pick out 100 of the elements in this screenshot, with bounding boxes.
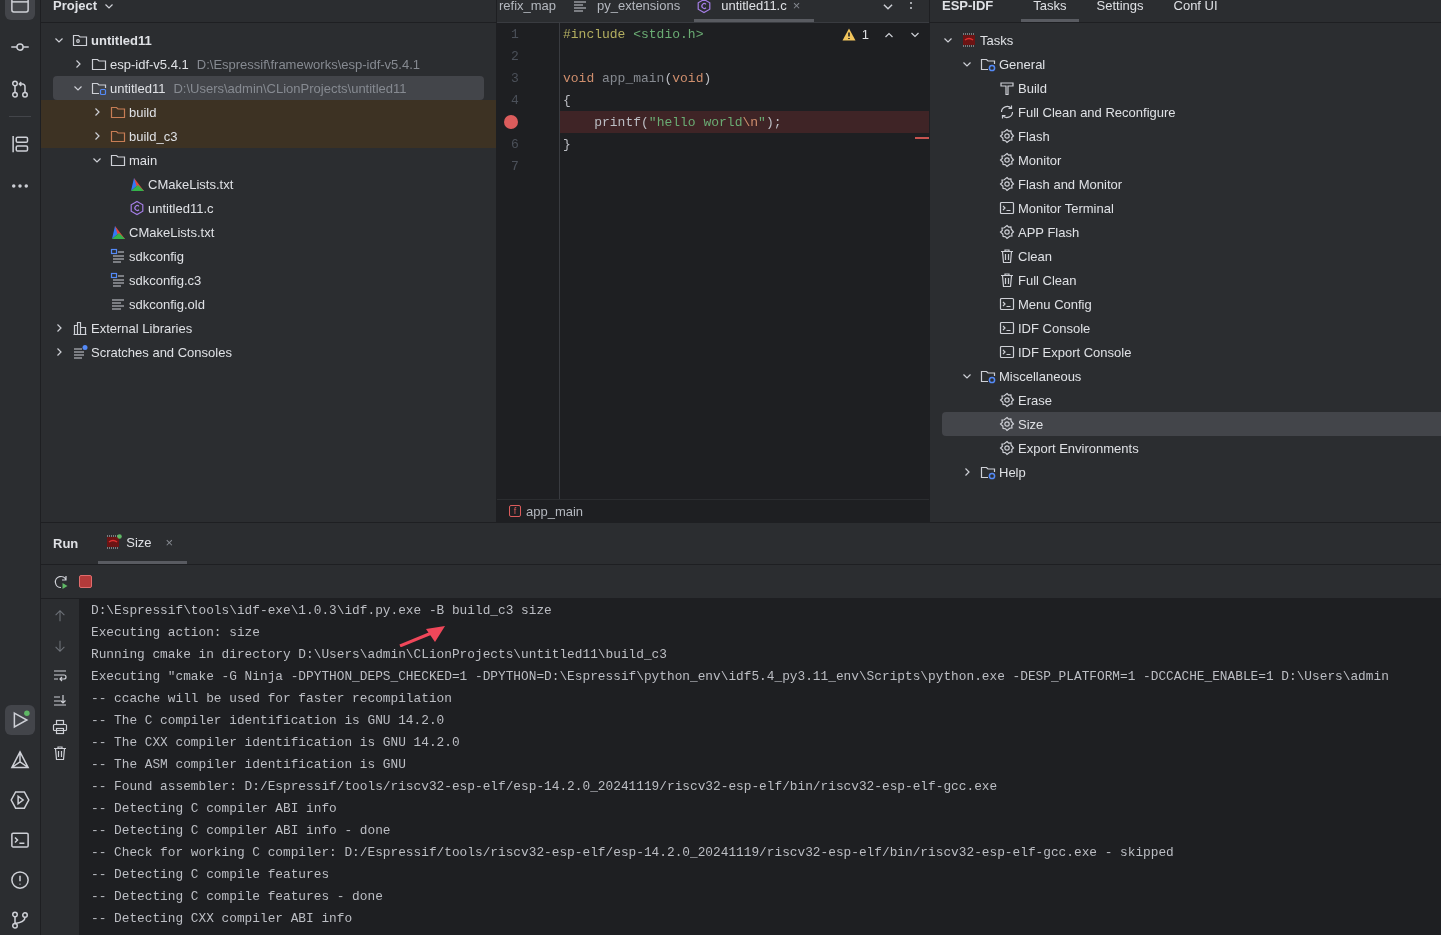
tree-item[interactable]: untitled11 bbox=[41, 28, 496, 52]
pull-request-icon[interactable] bbox=[10, 79, 30, 99]
triangle-icon[interactable] bbox=[10, 750, 30, 770]
console-line: -- The ASM compiler identification is GNU bbox=[91, 756, 406, 774]
tree-item[interactable]: External Libraries bbox=[41, 316, 496, 340]
tree-item[interactable]: Build bbox=[930, 76, 1441, 100]
tree-item[interactable]: sdkconfig.c3 bbox=[41, 268, 496, 292]
settings-icon bbox=[999, 392, 1015, 408]
editor-tab[interactable]: py_extensions bbox=[570, 0, 695, 22]
tree-item[interactable]: build_c3 bbox=[41, 124, 496, 148]
services-icon[interactable] bbox=[10, 790, 30, 810]
annotation-arrow bbox=[399, 625, 446, 647]
close-icon[interactable]: × bbox=[792, 0, 801, 12]
tree-item[interactable]: Erase bbox=[930, 388, 1441, 412]
function-icon: f bbox=[509, 505, 521, 517]
console-line: Executing action: size bbox=[91, 624, 260, 642]
tree-item[interactable]: Size bbox=[942, 412, 1441, 436]
tree-item[interactable]: Miscellaneous bbox=[930, 364, 1441, 388]
settings-icon bbox=[999, 416, 1015, 432]
c-file-icon bbox=[129, 200, 145, 216]
tree-item[interactable]: Flash and Monitor bbox=[930, 172, 1441, 196]
lines-icon bbox=[110, 296, 126, 312]
warning-icon[interactable] bbox=[841, 28, 856, 41]
config-file-icon bbox=[110, 272, 126, 288]
run-tab[interactable]: Size × bbox=[98, 523, 188, 564]
console-line: -- Check for working C compiler: D:/Espressif/tools/riscv32-esp-elf/esp-14.2.0_20241119/riscv32-esp-elf/bin/riscv32-esp-elf-gcc.exe - skipped bbox=[91, 844, 1174, 862]
breakpoint-dot[interactable] bbox=[504, 115, 518, 129]
arrow-down-icon[interactable] bbox=[53, 639, 67, 653]
console-line: -- ccache will be used for faster recompilation bbox=[91, 690, 452, 708]
terminal-icon bbox=[999, 200, 1015, 216]
terminal-icon bbox=[999, 320, 1015, 336]
terminal-icon bbox=[999, 296, 1015, 312]
panel-title[interactable]: Project bbox=[53, 0, 98, 12]
code-line: { bbox=[563, 92, 571, 108]
tree-item[interactable]: CMakeLists.txt bbox=[41, 172, 496, 196]
config-file-icon bbox=[110, 248, 126, 264]
arrow-up-icon[interactable] bbox=[53, 609, 67, 623]
structure-icon[interactable] bbox=[10, 134, 30, 154]
triangle-icon bbox=[129, 176, 145, 192]
tree-item[interactable]: Full Clean and Reconfigure bbox=[930, 100, 1441, 124]
trash-icon bbox=[999, 272, 1015, 288]
tree-item[interactable]: APP Flash bbox=[930, 220, 1441, 244]
trash-icon bbox=[999, 248, 1015, 264]
tree-item[interactable]: sdkconfig bbox=[41, 244, 496, 268]
tree-item[interactable]: Scratches and Consoles bbox=[41, 340, 496, 364]
console-line: Executing "cmake -G Ninja -DPYTHON_DEPS_CHECKED=1 -DPYTHON=D:\Espressif\python_env\idf5.4_py3.11_env\Scripts\python.exe -DESP_PLATFORM=1 -DCCACHE_ENABLE=1 D:\Users\admin bbox=[91, 668, 1389, 686]
warning-count[interactable]: 1 bbox=[861, 27, 869, 42]
trash-icon[interactable] bbox=[52, 745, 68, 761]
close-icon[interactable]: × bbox=[165, 534, 174, 550]
more-icon[interactable] bbox=[909, 0, 913, 12]
hammer-icon bbox=[999, 80, 1015, 96]
tree-item[interactable]: Clean bbox=[930, 244, 1441, 268]
problems-icon[interactable] bbox=[10, 870, 30, 890]
tree-item[interactable]: Monitor Terminal bbox=[930, 196, 1441, 220]
soft-wrap-icon[interactable] bbox=[52, 667, 68, 683]
breadcrumb[interactable]: app_main bbox=[526, 503, 584, 519]
tree-item[interactable]: IDF Console bbox=[930, 316, 1441, 340]
tree-item[interactable]: untitled11 D:\Users\admin\CLionProjects\untitled11 bbox=[53, 76, 484, 100]
terminal-icon bbox=[999, 344, 1015, 360]
tree-item[interactable]: Flash bbox=[930, 124, 1441, 148]
stop-button[interactable] bbox=[79, 575, 92, 588]
rerun-icon[interactable] bbox=[53, 573, 69, 590]
c-file-icon bbox=[696, 0, 713, 14]
panel-tab[interactable]: Settings bbox=[1084, 0, 1156, 22]
console-line: -- The C compiler identification is GNU 14.2.0 bbox=[91, 712, 445, 730]
tree-item[interactable]: Help bbox=[930, 460, 1441, 484]
libraries-icon bbox=[72, 320, 88, 336]
console-line: -- Detecting C compiler ABI info bbox=[91, 800, 337, 818]
git-branch-icon[interactable] bbox=[10, 910, 30, 930]
code-line: void app_main(void) bbox=[563, 70, 712, 86]
tree-item[interactable]: Full Clean bbox=[930, 268, 1441, 292]
tree-item[interactable]: main bbox=[41, 148, 496, 172]
panel-tab[interactable]: Tasks bbox=[1021, 0, 1079, 22]
tree-item[interactable]: untitled11.c bbox=[41, 196, 496, 220]
print-icon[interactable] bbox=[52, 719, 68, 735]
folder-gear-icon bbox=[980, 368, 996, 384]
tree-item[interactable]: Monitor bbox=[930, 148, 1441, 172]
terminal-icon[interactable] bbox=[10, 830, 30, 850]
tree-item[interactable]: CMakeLists.txt bbox=[41, 220, 496, 244]
scroll-to-end-icon[interactable] bbox=[52, 693, 68, 709]
tree-item[interactable]: Tasks bbox=[930, 28, 1441, 52]
tree-item[interactable]: IDF Export Console bbox=[930, 340, 1441, 364]
editor-tab[interactable]: refix_map bbox=[497, 0, 571, 22]
settings-icon bbox=[999, 440, 1015, 456]
editor-tab[interactable]: untitled11.c × bbox=[694, 0, 815, 22]
tree-item[interactable]: build bbox=[41, 100, 496, 124]
folder-gear-icon bbox=[980, 464, 996, 480]
panel-tab[interactable]: Conf UI bbox=[1161, 0, 1230, 22]
panel-title: Run bbox=[53, 535, 79, 553]
scratches-icon bbox=[72, 344, 88, 360]
console-line: D:\Espressif\tools\idf-exe\1.0.3\idf.py.exe -B build_c3 size bbox=[91, 602, 552, 620]
tree-item[interactable]: sdkconfig.old bbox=[41, 292, 496, 316]
console-line: -- The CXX compiler identification is GNU 14.2.0 bbox=[91, 734, 460, 752]
tree-item[interactable]: Export Environments bbox=[930, 436, 1441, 460]
console-line: -- Detecting C compile features - done bbox=[91, 888, 383, 906]
tree-item[interactable]: Menu Config bbox=[930, 292, 1441, 316]
code-line: printf("hello world\n"); bbox=[593, 114, 782, 130]
folder-gear-icon bbox=[980, 56, 996, 72]
tree-item[interactable]: esp-idf-v5.4.1 D:\Espressif\frameworks\esp-idf-v5.4.1 bbox=[41, 52, 496, 76]
tree-item[interactable]: General bbox=[930, 52, 1441, 76]
